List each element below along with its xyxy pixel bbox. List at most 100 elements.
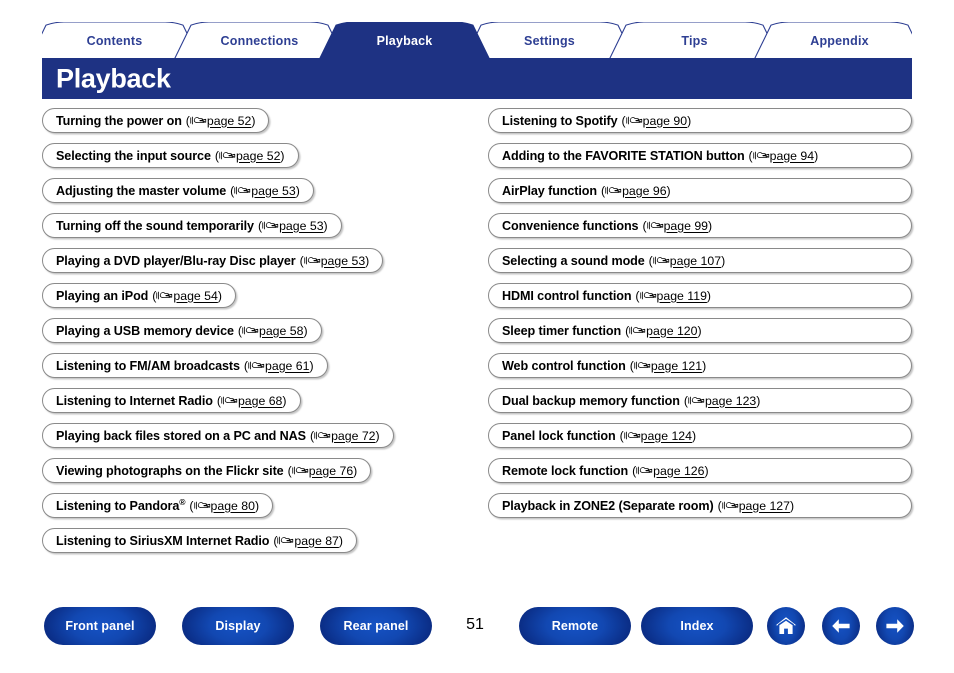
page-link[interactable]: page 99 (664, 219, 708, 233)
pointing-hand-icon (624, 430, 641, 441)
page-link[interactable]: page 94 (770, 149, 814, 163)
page-reference[interactable]: (page 72) (310, 429, 380, 443)
page-link[interactable]: page 126 (653, 464, 704, 478)
page-reference[interactable]: (page 52) (186, 114, 256, 128)
toc-link-pill[interactable]: Adjusting the master volume(page 53) (42, 178, 314, 203)
close-paren: ) (251, 113, 256, 128)
pointing-hand-icon (221, 395, 238, 406)
footer-button-remote[interactable]: Remote (519, 607, 631, 645)
footer-forward-arrow-button[interactable] (876, 607, 914, 645)
pointing-hand-icon (219, 150, 236, 161)
toc-link-pill[interactable]: Playback in ZONE2 (Separate room) (page 1… (488, 493, 912, 518)
page-reference[interactable]: (page 107) (649, 254, 726, 268)
page-reference[interactable]: (page 123) (684, 394, 761, 408)
page-link[interactable]: page 53 (279, 219, 323, 233)
page-link[interactable]: page 68 (238, 394, 282, 408)
page-link[interactable]: page 58 (259, 324, 303, 338)
tab-tips[interactable]: Tips (622, 22, 767, 60)
footer-button-rear-panel[interactable]: Rear panel (320, 607, 432, 645)
footer-home-button[interactable] (767, 607, 805, 645)
footer-button-display[interactable]: Display (182, 607, 294, 645)
page-reference[interactable]: (page 99) (642, 219, 712, 233)
page-reference[interactable]: (page 127) (718, 499, 795, 513)
page-reference[interactable]: (page 52) (215, 149, 285, 163)
page-link[interactable]: page 127 (739, 499, 790, 513)
page-reference[interactable]: (page 54) (152, 289, 222, 303)
page-link[interactable]: page 54 (173, 289, 217, 303)
toc-link-pill[interactable]: Dual backup memory function (page 123) (488, 388, 912, 413)
tab-label: Settings (524, 34, 575, 48)
toc-link-pill[interactable]: Turning off the sound temporarily (page 5… (42, 213, 342, 238)
tab-connections[interactable]: Connections (187, 22, 332, 60)
page-link[interactable]: page 87 (294, 534, 338, 548)
page-link[interactable]: page 76 (309, 464, 353, 478)
toc-link-pill[interactable]: Selecting the input source (page 52) (42, 143, 299, 168)
toc-link-pill[interactable]: Web control function (page 121) (488, 353, 912, 378)
toc-link-pill[interactable]: AirPlay function (page 96) (488, 178, 912, 203)
toc-link-pill[interactable]: Playing back files stored on a PC and NA… (42, 423, 394, 448)
page-reference[interactable]: (page 90) (622, 114, 692, 128)
footer-button-index[interactable]: Index (641, 607, 753, 645)
toc-link-pill[interactable]: Listening to SiriusXM Internet Radio(pag… (42, 528, 357, 553)
close-paren: ) (666, 183, 671, 198)
tab-appendix[interactable]: Appendix (767, 22, 912, 60)
page-reference[interactable]: (page 58) (238, 324, 308, 338)
footer-back-arrow-button[interactable] (822, 607, 860, 645)
page-reference[interactable]: (page 120) (625, 324, 702, 338)
tab-playback[interactable]: Playback (332, 22, 477, 60)
page-title: Playback (56, 63, 171, 93)
page-reference[interactable]: (page 87) (273, 534, 343, 548)
toc-link-pill[interactable]: Turning the power on (page 52) (42, 108, 270, 133)
toc-link-pill[interactable]: Playing a DVD player/Blu-ray Disc player… (42, 248, 384, 273)
toc-link-pill[interactable]: Listening to FM/AM broadcasts (page 61) (42, 353, 328, 378)
page-reference[interactable]: (page 126) (632, 464, 709, 478)
page-link[interactable]: page 107 (670, 254, 721, 268)
page-reference[interactable]: (page 53) (230, 184, 300, 198)
footer-button-front-panel[interactable]: Front panel (44, 607, 156, 645)
page-reference[interactable]: (page 124) (620, 429, 697, 443)
page-link[interactable]: page 53 (251, 184, 295, 198)
toc-link-pill[interactable]: Listening to Pandora®(page 80) (42, 493, 274, 518)
page-reference[interactable]: (page 94) (749, 149, 819, 163)
toc-link-pill[interactable]: Viewing photographs on the Flickr site (p… (42, 458, 372, 483)
page-link[interactable]: page 123 (705, 394, 756, 408)
toc-link-pill[interactable]: Playing a USB memory device (page 58) (42, 318, 322, 343)
tab-settings[interactable]: Settings (477, 22, 622, 60)
page-link[interactable]: page 90 (643, 114, 687, 128)
tab-label: Contents (86, 34, 143, 48)
page-reference[interactable]: (page 53) (300, 254, 370, 268)
toc-link-pill[interactable]: Sleep timer function(page 120) (488, 318, 912, 343)
tab-contents[interactable]: Contents (42, 22, 187, 60)
toc-link-pill[interactable]: Remote lock function(page 126) (488, 458, 912, 483)
toc-link-pill[interactable]: Listening to Internet Radio (page 68) (42, 388, 301, 413)
toc-link-pill[interactable]: Convenience functions(page 99) (488, 213, 912, 238)
pointing-hand-icon (193, 501, 210, 510)
page-reference[interactable]: (page 119) (635, 289, 711, 303)
page-reference[interactable]: (page 53) (258, 219, 328, 233)
page-link[interactable]: page 52 (207, 114, 251, 128)
page-reference[interactable]: (page 68) (217, 394, 287, 408)
page-link[interactable]: page 120 (646, 324, 697, 338)
page-reference[interactable]: (page 96) (601, 184, 671, 198)
toc-link-pill[interactable]: Listening to Spotify (page 90) (488, 108, 912, 133)
pointing-hand-icon (242, 325, 259, 336)
page-link[interactable]: page 121 (651, 359, 702, 373)
page-link[interactable]: page 124 (641, 429, 692, 443)
page-link[interactable]: page 72 (331, 429, 375, 443)
page-link[interactable]: page 52 (236, 149, 280, 163)
toc-link-pill[interactable]: Panel lock function (page 124) (488, 423, 912, 448)
toc-link-pill[interactable]: Playing an iPod(page 54) (42, 283, 236, 308)
toc-item-title: Web control function (502, 358, 626, 373)
page-reference[interactable]: (page 80) (189, 499, 259, 513)
page-link[interactable]: page 53 (321, 254, 365, 268)
page-link[interactable]: page 119 (657, 289, 707, 303)
page-reference[interactable]: (page 121) (630, 359, 707, 373)
toc-link-pill[interactable]: HDMI control function(page 119) (488, 283, 912, 308)
page-link[interactable]: page 96 (622, 184, 666, 198)
page-reference[interactable]: (page 76) (288, 464, 358, 478)
page-link[interactable]: page 61 (265, 359, 309, 373)
toc-link-pill[interactable]: Adding to the FAVORITE STATION button (pa… (488, 143, 912, 168)
toc-link-pill[interactable]: Selecting a sound mode (page 107) (488, 248, 912, 273)
page-reference[interactable]: (page 61) (244, 359, 314, 373)
page-link[interactable]: page 80 (211, 499, 255, 513)
